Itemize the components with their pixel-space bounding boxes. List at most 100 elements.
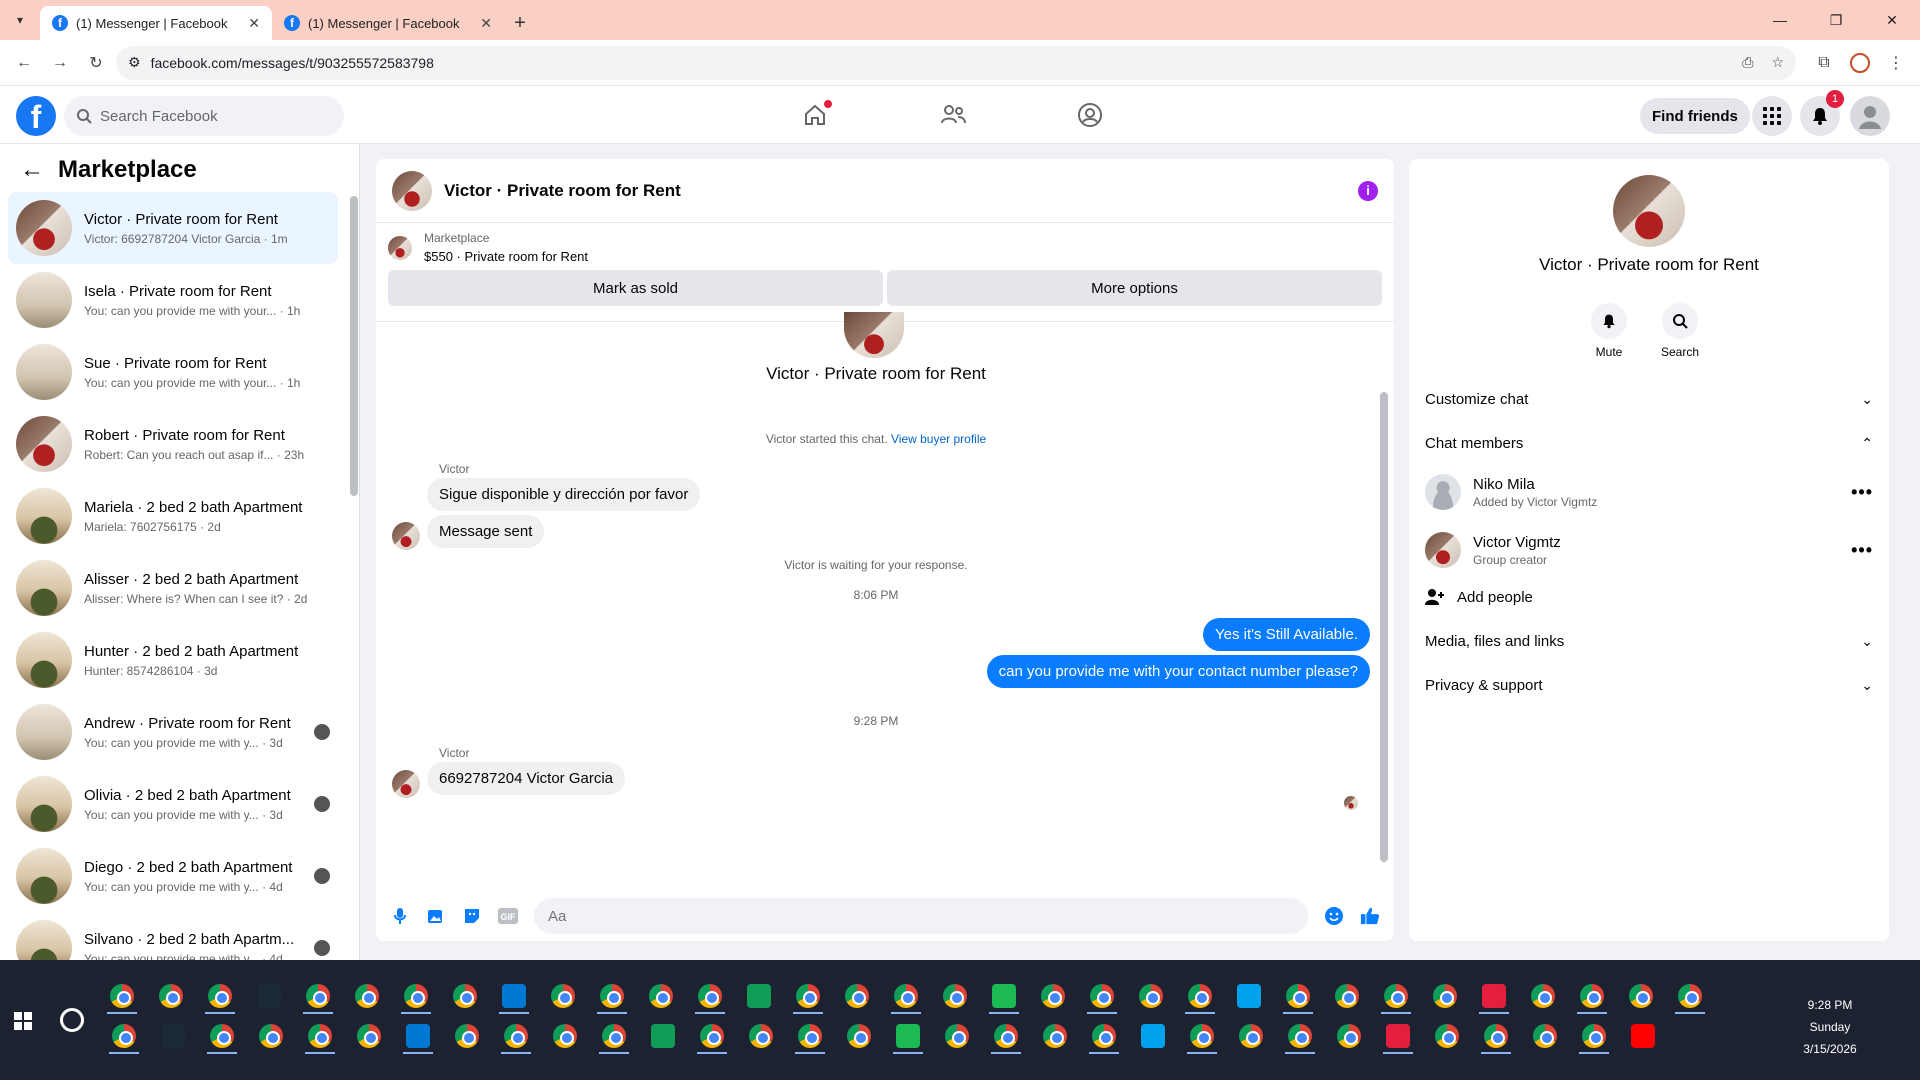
- chrome-app-icon[interactable]: [1239, 1024, 1263, 1048]
- search-button[interactable]: Search: [1650, 303, 1710, 359]
- app-icon[interactable]: [1482, 984, 1506, 1008]
- chrome-app-icon[interactable]: [798, 1024, 822, 1048]
- chrome-app-icon[interactable]: [455, 1024, 479, 1048]
- customize-chat-row[interactable]: Customize chat ⌄: [1425, 379, 1873, 419]
- scrollbar-thumb[interactable]: [1380, 392, 1388, 862]
- chrome-app-icon[interactable]: [796, 984, 820, 1008]
- install-app-icon[interactable]: ⎙: [1742, 54, 1753, 71]
- chrome-app-icon[interactable]: [1335, 984, 1359, 1008]
- chrome-app-icon[interactable]: [600, 984, 624, 1008]
- app-icon[interactable]: [651, 1024, 675, 1048]
- conversation-item[interactable]: Victor · Private room for Rent Victor: 66…: [8, 192, 338, 264]
- chrome-app-icon[interactable]: [210, 1024, 234, 1048]
- emoji-icon[interactable]: [1324, 906, 1344, 926]
- chrome-app-icon[interactable]: [1337, 1024, 1361, 1048]
- chrome-app-icon[interactable]: [700, 1024, 724, 1048]
- chrome-app-icon[interactable]: [404, 984, 428, 1008]
- sticker-icon[interactable]: [462, 906, 482, 926]
- member-row[interactable]: Niko Mila Added by Victor Vigmtz •••: [1425, 467, 1873, 517]
- app-icon[interactable]: [1237, 984, 1261, 1008]
- chrome-app-icon[interactable]: [553, 1024, 577, 1048]
- close-window-icon[interactable]: ✕: [1864, 0, 1920, 40]
- friends-nav[interactable]: [898, 86, 1008, 144]
- chrome-app-icon[interactable]: [208, 984, 232, 1008]
- facebook-search[interactable]: Search Facebook: [64, 96, 344, 136]
- chrome-app-icon[interactable]: [1433, 984, 1457, 1008]
- incoming-message[interactable]: 6692787204 Victor Garcia: [427, 762, 626, 795]
- app-icon[interactable]: [1141, 1024, 1165, 1048]
- app-icon[interactable]: [161, 1024, 185, 1048]
- conversation-item[interactable]: Alisser · 2 bed 2 bath Apartment Alisser:…: [8, 552, 338, 624]
- conversation-item[interactable]: Diego · 2 bed 2 bath Apartment You: can y…: [8, 840, 338, 912]
- bookmark-star-icon[interactable]: ☆: [1771, 54, 1784, 71]
- home-nav[interactable]: [760, 86, 870, 144]
- chrome-app-icon[interactable]: [551, 984, 575, 1008]
- app-icon[interactable]: [406, 1024, 430, 1048]
- close-tab-icon[interactable]: ✕: [480, 15, 492, 32]
- add-people-row[interactable]: Add people: [1425, 577, 1873, 617]
- gif-icon[interactable]: GIF: [498, 906, 518, 926]
- scrollbar-thumb[interactable]: [350, 196, 358, 496]
- app-icon[interactable]: [992, 984, 1016, 1008]
- back-arrow-icon[interactable]: ←: [20, 156, 44, 184]
- chrome-app-icon[interactable]: [1582, 1024, 1606, 1048]
- app-icon[interactable]: [502, 984, 526, 1008]
- thumbs-up-icon[interactable]: [1360, 906, 1380, 926]
- browser-tab-1[interactable]: f (1) Messenger | Facebook ✕: [40, 6, 272, 40]
- chrome-app-icon[interactable]: [1533, 1024, 1557, 1048]
- menu-grid-button[interactable]: [1752, 96, 1792, 136]
- chrome-app-icon[interactable]: [994, 1024, 1018, 1048]
- chrome-app-icon[interactable]: [1286, 984, 1310, 1008]
- find-friends-button[interactable]: Find friends: [1640, 98, 1750, 134]
- privacy-support-row[interactable]: Privacy & support ⌄: [1425, 665, 1873, 705]
- extensions-icon[interactable]: ⧉: [1808, 47, 1840, 79]
- minimize-icon[interactable]: —: [1752, 0, 1808, 40]
- outgoing-message[interactable]: can you provide me with your contact num…: [986, 655, 1370, 688]
- chrome-app-icon[interactable]: [945, 1024, 969, 1048]
- chat-avatar[interactable]: [392, 170, 432, 211]
- conversation-item[interactable]: Isela · Private room for Rent You: can yo…: [8, 264, 338, 336]
- member-row[interactable]: Victor Vigmtz Group creator •••: [1425, 525, 1873, 575]
- conversation-item[interactable]: Silvano · 2 bed 2 bath Apartm... You: can…: [8, 912, 338, 960]
- conversation-item[interactable]: Sue · Private room for Rent You: can you …: [8, 336, 338, 408]
- listing-thumbnail[interactable]: [388, 235, 412, 260]
- chrome-app-icon[interactable]: [355, 984, 379, 1008]
- back-arrow-icon[interactable]: ←: [8, 47, 40, 79]
- facebook-logo[interactable]: f: [16, 96, 56, 136]
- chrome-app-icon[interactable]: [1090, 984, 1114, 1008]
- app-icon[interactable]: [1386, 1024, 1410, 1048]
- chrome-app-icon[interactable]: [1288, 1024, 1312, 1048]
- reload-icon[interactable]: ↻: [80, 47, 112, 79]
- system-tray-clock[interactable]: 9:28 PM Sunday 3/15/2026: [1740, 994, 1920, 1060]
- conversation-item[interactable]: Hunter · 2 bed 2 bath Apartment Hunter: 8…: [8, 624, 338, 696]
- incoming-message[interactable]: Sigue disponible y dirección por favor: [427, 478, 701, 511]
- notifications-button[interactable]: 1: [1800, 90, 1844, 136]
- chrome-app-icon[interactable]: [504, 1024, 528, 1048]
- chrome-app-icon[interactable]: [1531, 984, 1555, 1008]
- browser-menu-icon[interactable]: ⋮: [1880, 47, 1912, 79]
- sender-avatar[interactable]: [392, 770, 420, 798]
- listing-title[interactable]: $550 · Private room for Rent: [424, 249, 588, 264]
- mark-as-sold-button[interactable]: Mark as sold: [388, 270, 883, 306]
- chrome-app-icon[interactable]: [1139, 984, 1163, 1008]
- chrome-app-icon[interactable]: [602, 1024, 626, 1048]
- chrome-app-icon[interactable]: [943, 984, 967, 1008]
- groups-nav[interactable]: [1035, 86, 1145, 144]
- more-options-button[interactable]: More options: [887, 270, 1382, 306]
- media-files-row[interactable]: Media, files and links ⌄: [1425, 621, 1873, 661]
- taskbar-search-icon[interactable]: [60, 1008, 84, 1032]
- chrome-app-icon[interactable]: [1092, 1024, 1116, 1048]
- account-avatar[interactable]: [1850, 96, 1890, 136]
- view-buyer-profile-link[interactable]: View buyer profile: [891, 432, 986, 446]
- chrome-app-icon[interactable]: [1435, 1024, 1459, 1048]
- chrome-app-icon[interactable]: [112, 1024, 136, 1048]
- chrome-app-icon[interactable]: [698, 984, 722, 1008]
- sender-avatar[interactable]: [392, 522, 420, 550]
- chrome-app-icon[interactable]: [308, 1024, 332, 1048]
- chrome-app-icon[interactable]: [306, 984, 330, 1008]
- chrome-app-icon[interactable]: [845, 984, 869, 1008]
- forward-arrow-icon[interactable]: →: [44, 47, 76, 79]
- chat-title[interactable]: Victor · Private room for Rent: [444, 181, 681, 201]
- app-icon[interactable]: [257, 984, 281, 1008]
- start-button[interactable]: [14, 1012, 32, 1030]
